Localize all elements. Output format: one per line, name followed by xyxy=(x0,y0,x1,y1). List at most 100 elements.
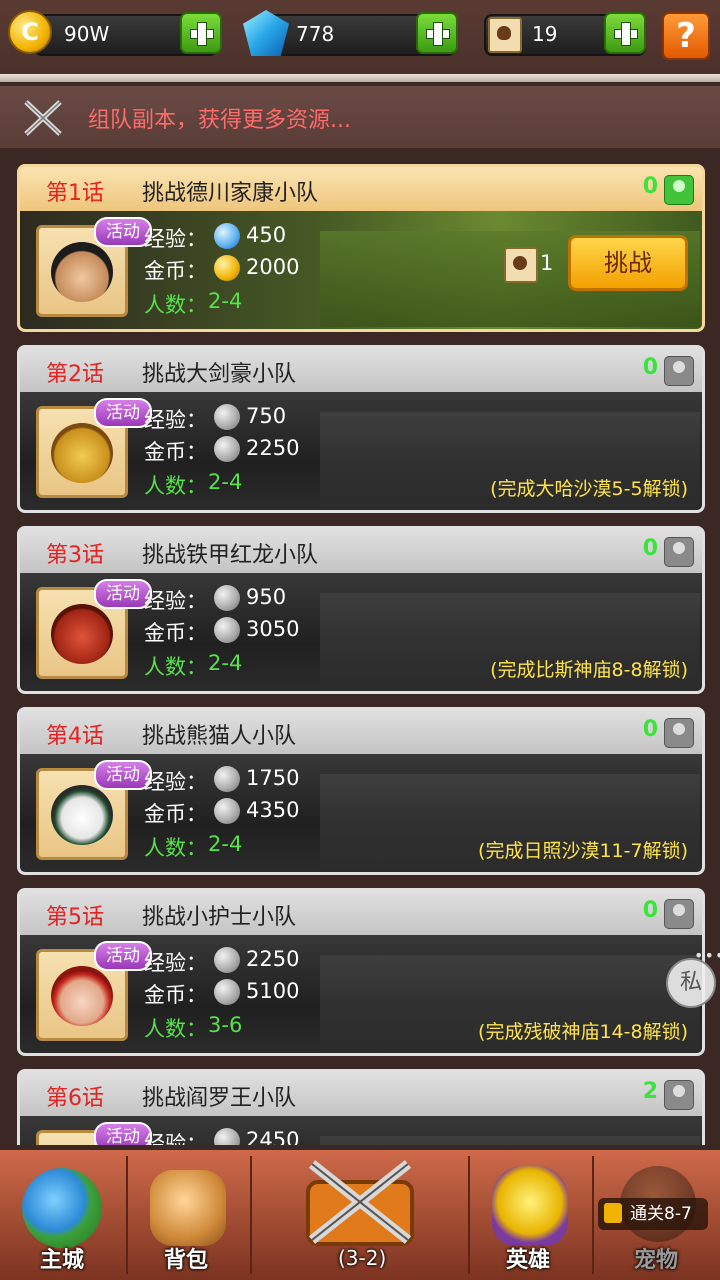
exp-value: 2250 xyxy=(246,947,300,971)
gold-label: 金币： xyxy=(144,983,207,1007)
gold-label: 金币： xyxy=(144,802,207,826)
episode-number: 第2话 xyxy=(46,362,104,387)
person-icon xyxy=(664,356,694,386)
unlock-condition: (完成大哈沙漠5-5解锁) xyxy=(490,478,688,500)
private-chat-button[interactable]: 私 xyxy=(666,958,716,1008)
episode-header: 第4话 挑战熊猫人小队 0 xyxy=(20,710,702,754)
ticket-cost: 1 xyxy=(540,251,554,275)
exp-label: 经验： xyxy=(144,951,207,975)
pets-lock-badge: 通关8-7 xyxy=(598,1198,708,1230)
nav-main-city[interactable]: 主城 xyxy=(0,1150,126,1280)
nav-label: 英雄 xyxy=(506,1248,551,1273)
nav-label: 宠物 xyxy=(634,1248,679,1273)
people-value: 2-4 xyxy=(208,289,243,313)
exp-icon xyxy=(214,1128,240,1145)
nav-heroes[interactable]: 英雄 xyxy=(470,1150,592,1280)
episode-title: 挑战德川家康小队 xyxy=(142,181,319,206)
gold-value: 5100 xyxy=(246,979,300,1003)
episode-card-4[interactable]: 第4话 挑战熊猫人小队 0 活动 经验： 1750 金币： 4350 人数： 2… xyxy=(17,707,705,875)
add-gems-button[interactable] xyxy=(416,12,458,54)
episode-card-5[interactable]: 第5话 挑战小护士小队 0 活动 经验： 2250 金币： 5100 人数： 3… xyxy=(17,888,705,1056)
episode-title: 挑战阎罗王小队 xyxy=(142,1086,297,1111)
episode-body: 活动 经验： 2450 xyxy=(20,1116,702,1145)
people-value: 2-4 xyxy=(208,651,243,675)
gold-value: 2000 xyxy=(246,255,300,279)
exp-icon xyxy=(214,766,240,792)
ticket-icon xyxy=(504,247,538,283)
unlock-condition: (完成日照沙漠11-7解锁) xyxy=(478,840,688,862)
episode-header: 第2话 挑战大剑豪小队 0 xyxy=(20,348,702,392)
nav-battle[interactable]: (3-2) xyxy=(252,1150,468,1280)
gold-value: 4350 xyxy=(246,798,300,822)
banner-text: 组队副本，获得更多资源... xyxy=(88,108,351,133)
episode-number: 第6话 xyxy=(46,1086,104,1111)
gold-icon xyxy=(214,798,240,824)
swords-icon xyxy=(24,100,62,136)
gold-icon xyxy=(214,255,240,281)
coin-icon: C xyxy=(8,10,52,54)
nav-label: 背包 xyxy=(164,1248,209,1273)
people-label: 人数： xyxy=(144,655,207,679)
people-label: 人数： xyxy=(144,836,207,860)
globe-icon xyxy=(22,1168,102,1248)
episode-title: 挑战小护士小队 xyxy=(142,905,297,930)
gold-label: 金币： xyxy=(144,621,207,645)
episode-body: 活动 经验： 450 金币： 2000 人数： 2-4 1 挑战 xyxy=(20,211,702,329)
episode-body: 活动 经验： 2250 金币： 5100 人数： 3-6 (完成残破神庙14-8… xyxy=(20,935,702,1053)
exp-label: 经验： xyxy=(144,227,207,251)
ticket-value: 19 xyxy=(532,22,558,46)
boss-face xyxy=(51,423,113,483)
people-label: 人数： xyxy=(144,1017,207,1041)
people-label: 人数： xyxy=(144,293,207,317)
episode-number: 第5话 xyxy=(46,905,104,930)
episode-title: 挑战大剑豪小队 xyxy=(142,362,297,387)
episode-header: 第1话 挑战德川家康小队 0 xyxy=(20,167,702,211)
add-coins-button[interactable] xyxy=(180,12,222,54)
helmet-icon xyxy=(492,1166,568,1246)
exp-label: 经验： xyxy=(144,770,207,794)
episode-body: 活动 经验： 1750 金币： 4350 人数： 2-4 (完成日照沙漠11-7… xyxy=(20,754,702,872)
lock-text: 通关8-7 xyxy=(630,1204,692,1224)
boss-face xyxy=(51,785,113,845)
episode-header: 第6话 挑战阎罗王小队 2 xyxy=(20,1072,702,1116)
episode-card-6[interactable]: 第6话 挑战阎罗王小队 2 活动 经验： 2450 xyxy=(17,1069,705,1145)
party-count: 0 xyxy=(642,174,658,199)
boss-face xyxy=(51,604,113,664)
add-tickets-button[interactable] xyxy=(604,12,646,54)
nav-backpack[interactable]: 背包 xyxy=(128,1150,250,1280)
people-value: 3-6 xyxy=(208,1013,243,1037)
party-count: 0 xyxy=(642,717,658,742)
gold-label: 金币： xyxy=(144,259,207,283)
party-count: 0 xyxy=(642,355,658,380)
episode-number: 第1话 xyxy=(46,181,104,206)
person-icon xyxy=(664,1080,694,1110)
unlock-condition: (完成比斯神庙8-8解锁) xyxy=(490,659,688,681)
challenge-button[interactable]: 挑战 xyxy=(568,235,688,291)
episode-title: 挑战铁甲红龙小队 xyxy=(142,543,319,568)
ticket-icon xyxy=(488,17,522,53)
exp-value: 450 xyxy=(246,223,287,247)
episode-list[interactable]: 第1话 挑战德川家康小队 0 活动 经验： 450 金币： 2000 人数： 2… xyxy=(0,150,720,1145)
episode-header: 第3话 挑战铁甲红龙小队 0 xyxy=(20,529,702,573)
exp-value: 1750 xyxy=(246,766,300,790)
person-icon xyxy=(664,718,694,748)
gold-icon xyxy=(214,617,240,643)
help-button[interactable]: ? xyxy=(662,12,710,60)
episode-card-1[interactable]: 第1话 挑战德川家康小队 0 活动 经验： 450 金币： 2000 人数： 2… xyxy=(17,164,705,332)
gold-icon xyxy=(214,436,240,462)
exp-label: 经验： xyxy=(144,589,207,613)
people-value: 2-4 xyxy=(208,832,243,856)
gold-value: 2250 xyxy=(246,436,300,460)
gold-label: 金币： xyxy=(144,440,207,464)
episode-card-3[interactable]: 第3话 挑战铁甲红龙小队 0 活动 经验： 950 金币： 3050 人数： 2… xyxy=(17,526,705,694)
episode-body: 活动 经验： 750 金币： 2250 人数： 2-4 (完成大哈沙漠5-5解锁… xyxy=(20,392,702,510)
nav-label: 主城 xyxy=(40,1248,85,1273)
exp-value: 750 xyxy=(246,404,287,428)
exp-icon xyxy=(214,223,240,249)
people-label: 人数： xyxy=(144,474,207,498)
backpack-icon xyxy=(150,1170,226,1246)
battle-swords-icon xyxy=(306,1160,414,1246)
episode-card-2[interactable]: 第2话 挑战大剑豪小队 0 活动 经验： 750 金币： 2250 人数： 2-… xyxy=(17,345,705,513)
gem-value: 778 xyxy=(296,22,335,46)
gold-value: 3050 xyxy=(246,617,300,641)
